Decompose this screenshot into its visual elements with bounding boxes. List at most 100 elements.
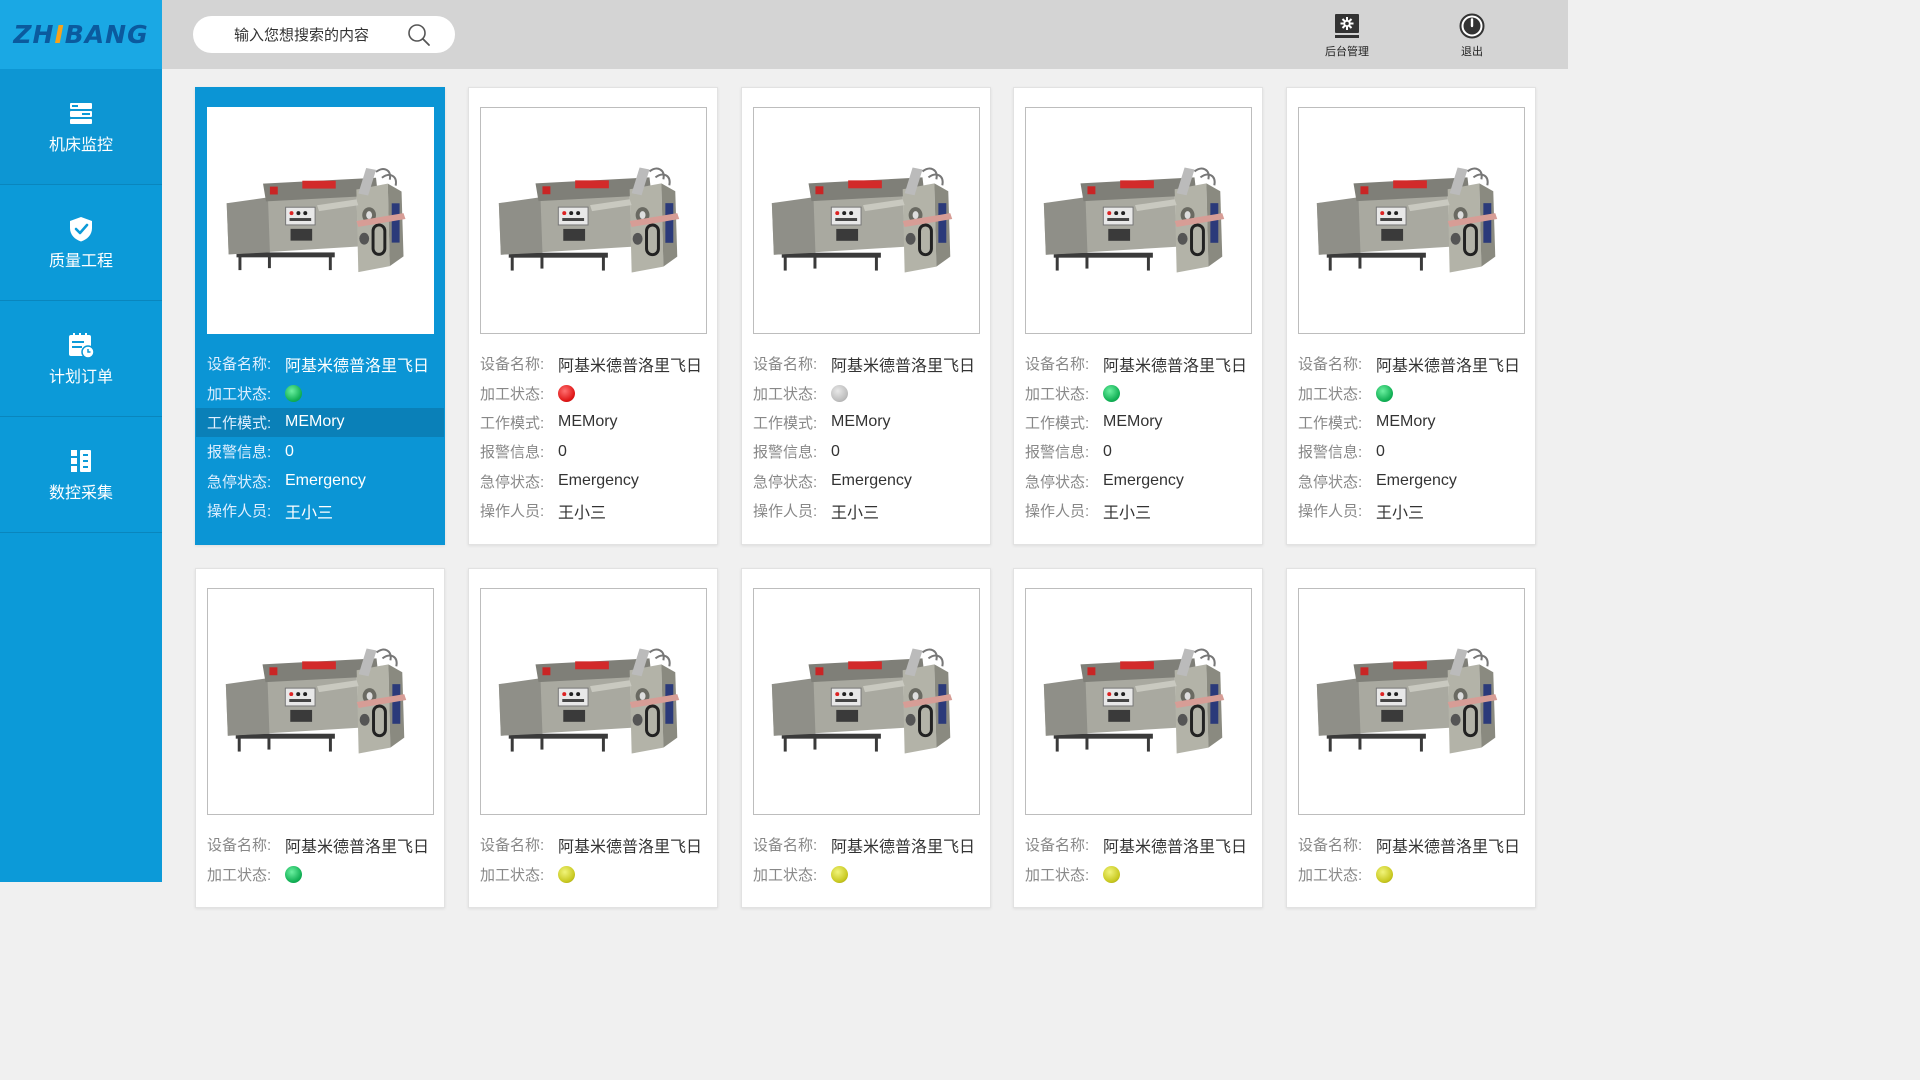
sidebar-item-label: 机床监控 <box>48 136 113 154</box>
sidebar: ZHIBANG 机床监控 质量工程 计划订单 数控采集 <box>0 0 162 882</box>
device-name-row: 设备名称: 阿基米德普洛里飞日 <box>1287 349 1535 378</box>
process-status-row: 加工状态: <box>196 859 444 888</box>
operator-label: 操作人员: <box>480 503 545 521</box>
estop-status-row: 急停状态: Emergency <box>469 467 717 496</box>
machine-info: 设备名称: 阿基米德普洛里飞日 加工状态: 工作模式: MEMory 报警信息: 0 急停状态… <box>742 349 990 525</box>
device-name-value: 阿基米德普洛里飞日 <box>831 838 976 856</box>
operator-row: 操作人员: 王小三 <box>196 496 444 525</box>
admin-label: 后台管理 <box>1325 46 1369 58</box>
power-icon <box>1459 13 1485 39</box>
device-name-label: 设备名称: <box>1298 837 1363 855</box>
alarm-info-label: 报警信息: <box>753 444 818 462</box>
work-mode-row: 工作模式: MEMory <box>196 407 444 438</box>
work-mode-label: 工作模式: <box>207 414 272 432</box>
machine-card[interactable]: 设备名称: 阿基米德普洛里飞日 加工状态: <box>195 568 445 908</box>
estop-status-row: 急停状态: Emergency <box>1014 467 1262 496</box>
sidebar-item-cnc-collect[interactable]: 数控采集 <box>0 417 162 533</box>
machine-image <box>209 109 432 332</box>
top-bar: 输入您想搜索的内容 后台管理 退出 <box>162 0 1568 69</box>
search-icon[interactable] <box>407 23 431 47</box>
sidebar-item-machine-monitor[interactable]: 机床监控 <box>0 69 162 185</box>
process-status-label: 加工状态: <box>1298 385 1363 403</box>
estop-status-value: Emergency <box>1103 472 1184 490</box>
estop-status-value: Emergency <box>285 472 366 490</box>
machine-image-frame[interactable] <box>207 588 434 815</box>
operator-value: 王小三 <box>831 504 880 522</box>
estop-status-value: Emergency <box>1376 472 1457 490</box>
process-status-label: 加工状态: <box>753 385 818 403</box>
process-status-label: 加工状态: <box>207 866 272 884</box>
sidebar-item-quality[interactable]: 质量工程 <box>0 185 162 301</box>
estop-status-label: 急停状态: <box>1298 473 1363 491</box>
work-mode-value: MEMory <box>285 413 345 431</box>
process-status-row: 加工状态: <box>469 859 717 888</box>
process-status-row: 加工状态: <box>1287 378 1535 407</box>
work-mode-value: MEMory <box>558 413 618 431</box>
machine-image-frame[interactable] <box>753 107 980 334</box>
machine-image-frame[interactable] <box>480 107 707 334</box>
machine-image <box>1026 108 1251 333</box>
machine-info: 设备名称: 阿基米德普洛里飞日 加工状态: <box>1014 830 1262 889</box>
machine-card[interactable]: 设备名称: 阿基米德普洛里飞日 加工状态: <box>468 568 718 908</box>
machine-card[interactable]: 设备名称: 阿基米德普洛里飞日 加工状态: 工作模式: MEMory 报警信息: 0 急停状态… <box>1013 87 1263 545</box>
estop-status-row: 急停状态: Emergency <box>1287 467 1535 496</box>
work-mode-row: 工作模式: MEMory <box>469 408 717 437</box>
machine-card[interactable]: 设备名称: 阿基米德普洛里飞日 加工状态: <box>741 568 991 908</box>
machine-info: 设备名称: 阿基米德普洛里飞日 加工状态: <box>196 830 444 889</box>
machine-image <box>754 108 979 333</box>
machine-image-frame[interactable] <box>1025 588 1252 815</box>
process-status-row: 加工状态: <box>1014 859 1262 888</box>
sidebar-item-label: 质量工程 <box>48 252 113 270</box>
alarm-info-row: 报警信息: 0 <box>742 437 990 466</box>
process-status-row: 加工状态: <box>1287 859 1535 888</box>
sidebar-item-plan-order[interactable]: 计划订单 <box>0 301 162 417</box>
machine-card[interactable]: 设备名称: 阿基米德普洛里飞日 加工状态: 工作模式: MEMory 报警信息: 0 急停状态… <box>468 87 718 545</box>
work-mode-value: MEMory <box>831 413 891 431</box>
operator-label: 操作人员: <box>753 503 818 521</box>
machine-image <box>754 589 979 814</box>
device-name-value: 阿基米德普洛里飞日 <box>1103 838 1248 856</box>
work-mode-row: 工作模式: MEMory <box>742 408 990 437</box>
machine-info: 设备名称: 阿基米德普洛里飞日 加工状态: <box>742 830 990 889</box>
machine-card[interactable]: 设备名称: 阿基米德普洛里飞日 加工状态: 工作模式: MEMory 报警信息: 0 急停状态… <box>741 87 991 545</box>
machine-image-frame[interactable] <box>753 588 980 815</box>
machine-card[interactable]: 设备名称: 阿基米德普洛里飞日 加工状态: <box>1286 568 1536 908</box>
machine-image-frame[interactable] <box>207 107 434 334</box>
process-status-row: 加工状态: <box>196 378 444 407</box>
estop-status-row: 急停状态: Emergency <box>196 467 444 496</box>
work-mode-label: 工作模式: <box>1298 414 1363 432</box>
operator-row: 操作人员: 王小三 <box>742 496 990 525</box>
machine-card[interactable]: 设备名称: 阿基米德普洛里飞日 加工状态: <box>1013 568 1263 908</box>
machine-monitor-icon <box>70 102 92 124</box>
operator-row: 操作人员: 王小三 <box>1287 496 1535 525</box>
search-input[interactable]: 输入您想搜索的内容 <box>234 24 369 45</box>
status-indicator-yellow <box>558 865 575 883</box>
device-name-row: 设备名称: 阿基米德普洛里飞日 <box>196 349 444 378</box>
device-name-value: 阿基米德普洛里飞日 <box>558 357 703 375</box>
machine-image-frame[interactable] <box>1298 588 1525 815</box>
estop-status-row: 急停状态: Emergency <box>742 467 990 496</box>
device-name-row: 设备名称: 阿基米德普洛里飞日 <box>1014 830 1262 859</box>
machine-image-frame[interactable] <box>1025 107 1252 334</box>
machine-card[interactable]: 设备名称: 阿基米德普洛里飞日 加工状态: 工作模式: MEMory 报警信息: 0 急停状态… <box>195 87 445 545</box>
operator-row: 操作人员: 王小三 <box>469 496 717 525</box>
device-name-row: 设备名称: 阿基米德普洛里飞日 <box>1287 830 1535 859</box>
machine-image <box>1026 589 1251 814</box>
machine-image-frame[interactable] <box>1298 107 1525 334</box>
logout-button[interactable]: 退出 <box>1442 12 1502 59</box>
operator-value: 王小三 <box>558 504 607 522</box>
machine-card[interactable]: 设备名称: 阿基米德普洛里飞日 加工状态: 工作模式: MEMory 报警信息: 0 急停状态… <box>1286 87 1536 545</box>
alarm-info-label: 报警信息: <box>207 444 272 462</box>
work-mode-row: 工作模式: MEMory <box>1287 408 1535 437</box>
machine-image-frame[interactable] <box>480 588 707 815</box>
status-indicator-green <box>1376 384 1393 402</box>
alarm-info-row: 报警信息: 0 <box>469 437 717 466</box>
shield-check-icon <box>70 216 92 241</box>
search-bar[interactable]: 输入您想搜索的内容 <box>193 16 455 53</box>
operator-value: 王小三 <box>1103 504 1152 522</box>
machine-info: 设备名称: 阿基米德普洛里飞日 加工状态: 工作模式: MEMory 报警信息: 0 急停状态… <box>196 349 444 525</box>
admin-button[interactable]: 后台管理 <box>1317 12 1377 59</box>
brand-logo[interactable]: ZHIBANG <box>0 0 162 69</box>
estop-status-label: 急停状态: <box>1025 473 1090 491</box>
device-name-label: 设备名称: <box>753 356 818 374</box>
